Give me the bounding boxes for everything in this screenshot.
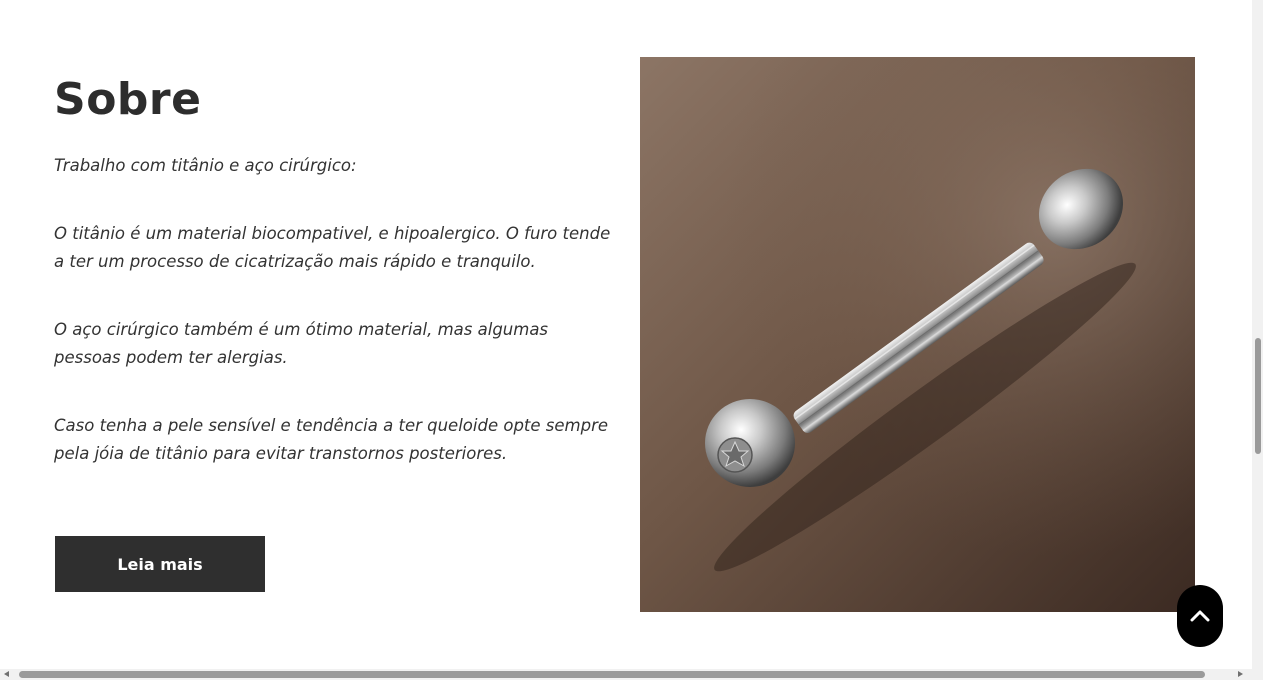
about-paragraph-intro: Trabalho com titânio e aço cirúrgico: (54, 156, 357, 175)
about-paragraph-sensitive-skin: Caso tenha a pele sensível e tendência a… (54, 416, 609, 463)
scroll-right-icon[interactable] (1238, 671, 1243, 677)
read-more-button[interactable]: Leia mais (55, 536, 265, 592)
about-title: Sobre (54, 74, 202, 125)
horizontal-scroll-thumb[interactable] (19, 671, 1205, 678)
chevron-up-icon (1190, 607, 1210, 626)
vertical-scroll-thumb[interactable] (1255, 338, 1261, 454)
about-paragraph-titanium: O titânio é um material biocompativel, e… (54, 224, 611, 271)
horizontal-scrollbar[interactable] (0, 669, 1252, 680)
page: Sobre Trabalho com titânio e aço cirúrgi… (0, 0, 1263, 680)
scroll-left-icon[interactable] (4, 671, 9, 677)
vertical-scrollbar[interactable] (1252, 0, 1263, 680)
about-paragraph-steel: O aço cirúrgico também é um ótimo materi… (54, 320, 549, 367)
about-text: Trabalho com titânio e aço cirúrgico: O … (54, 152, 614, 508)
product-image (640, 57, 1195, 612)
back-to-top-button[interactable] (1177, 585, 1223, 647)
